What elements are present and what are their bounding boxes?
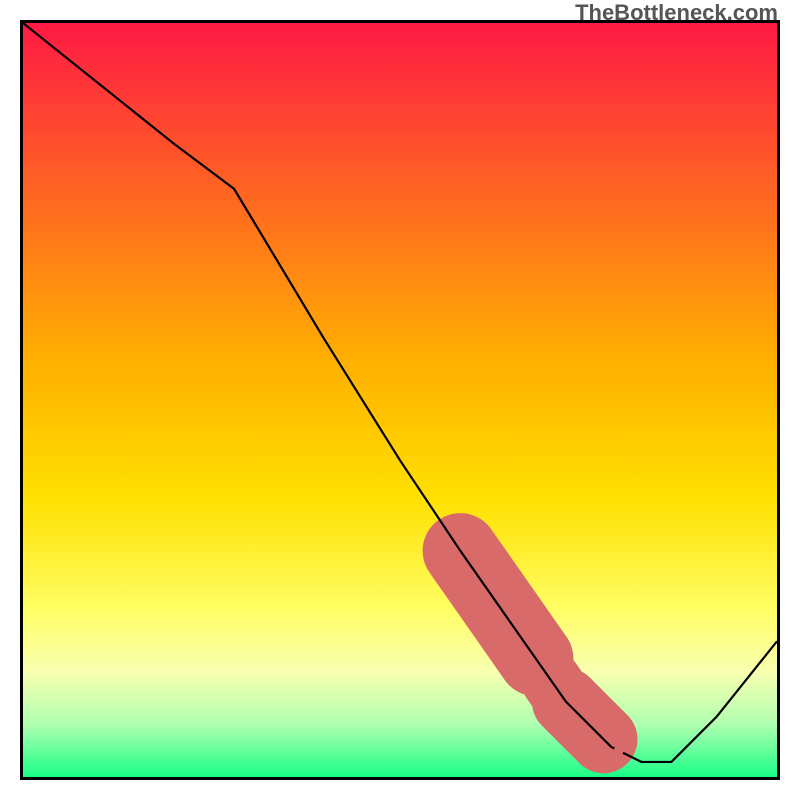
highlight-point [614, 746, 624, 756]
bottleneck-curve-line [23, 23, 777, 762]
chart-overlay [23, 23, 777, 777]
highlight-points [614, 746, 624, 756]
plot-area [20, 20, 780, 780]
highlight-group [460, 551, 603, 740]
chart-container: TheBottleneck.com [0, 0, 800, 800]
